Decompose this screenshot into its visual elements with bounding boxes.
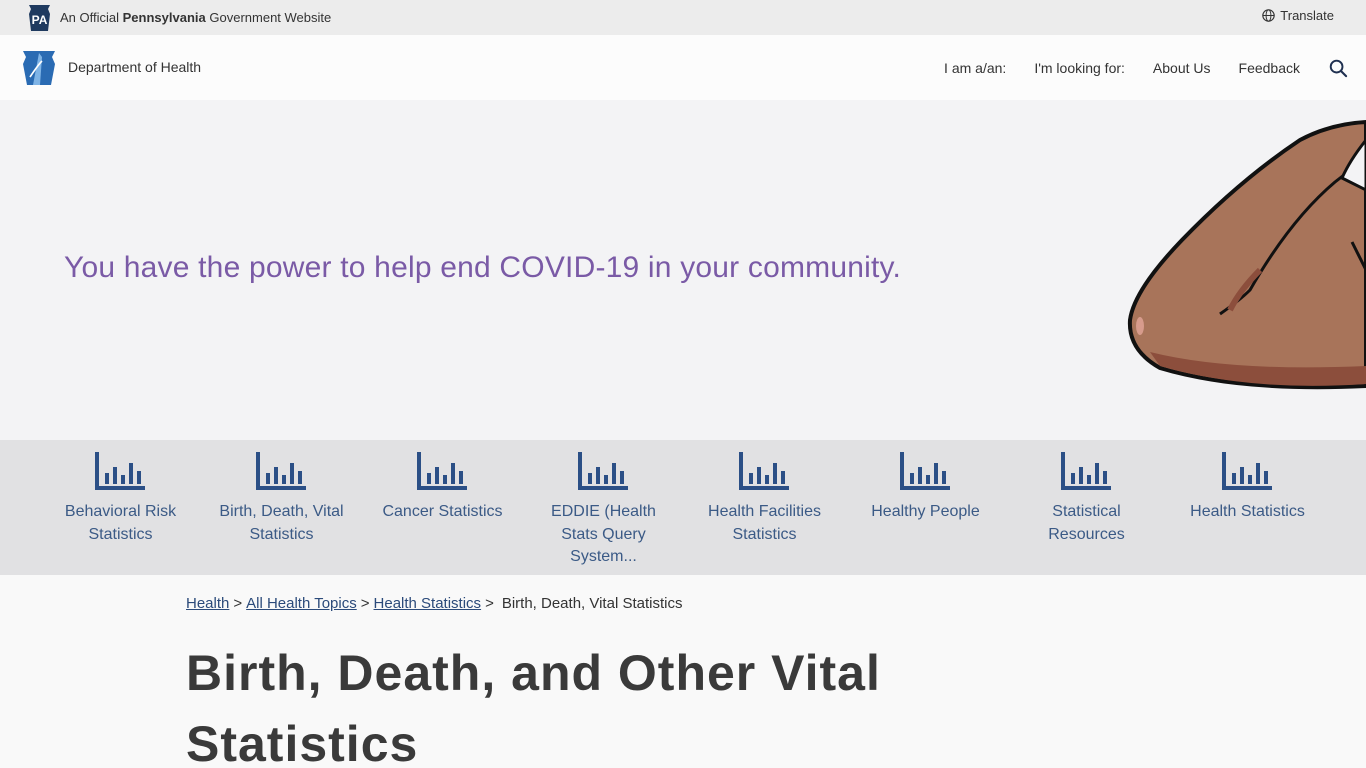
official-website-text: An Official Pennsylvania Government Webs… xyxy=(60,10,332,25)
breadcrumb-link-all-health-topics[interactable]: All Health Topics xyxy=(246,595,357,612)
flexed-arm-illustration xyxy=(1127,119,1366,390)
nav-i-am[interactable]: I am a/an: xyxy=(944,60,1006,76)
keystone-logo-icon[interactable] xyxy=(22,51,56,85)
tile-cancer[interactable]: Cancer Statistics xyxy=(362,440,523,575)
tile-label: EDDIE (Health Stats Query System... xyxy=(551,503,656,565)
bar-chart-icon xyxy=(417,452,467,490)
translate-button[interactable]: Translate xyxy=(1262,8,1334,23)
search-icon xyxy=(1329,59,1347,77)
nav-feedback[interactable]: Feedback xyxy=(1239,60,1300,76)
tile-health-facilities[interactable]: Health Facilities Statistics xyxy=(684,440,845,575)
breadcrumb-current: Birth, Death, Vital Statistics xyxy=(501,595,683,612)
breadcrumb: Health > All Health Topics > Health Statisti… xyxy=(186,595,683,612)
bar-chart-icon xyxy=(1061,452,1111,490)
site-header: Department of Health I am a/an: I'm look… xyxy=(0,35,1366,100)
official-banner: PA An Official Pennsylvania Government W… xyxy=(0,0,1366,35)
bar-chart-icon xyxy=(900,452,950,490)
department-name[interactable]: Department of Health xyxy=(68,59,201,75)
tile-label: Cancer Statistics xyxy=(382,503,503,520)
svg-text:PA: PA xyxy=(32,13,48,27)
nav-about-us[interactable]: About Us xyxy=(1153,60,1211,76)
pa-keystone-badge-icon: PA xyxy=(29,5,50,31)
bar-chart-icon xyxy=(256,452,306,490)
translate-label: Translate xyxy=(1280,8,1334,23)
page-title: Birth, Death, and Other Vital Statistics xyxy=(186,645,881,768)
bar-chart-icon xyxy=(95,452,145,490)
tile-label: Statistical Resources xyxy=(1048,503,1125,543)
tile-birth-death-vital[interactable]: Birth, Death, Vital Statistics xyxy=(201,440,362,575)
tile-label: Health Statistics xyxy=(1190,503,1305,520)
tile-label: Behavioral Risk Statistics xyxy=(64,503,177,543)
breadcrumb-link-health-statistics[interactable]: Health Statistics xyxy=(374,595,482,612)
bar-chart-icon xyxy=(1222,452,1272,490)
search-button[interactable] xyxy=(1328,58,1348,78)
nav-looking-for[interactable]: I'm looking for: xyxy=(1034,60,1125,76)
tile-healthy-people[interactable]: Healthy People xyxy=(845,440,1006,575)
bar-chart-icon xyxy=(578,452,628,490)
tile-eddie[interactable]: EDDIE (Health Stats Query System... xyxy=(523,440,684,575)
main-nav: I am a/an: I'm looking for: About Us Fee… xyxy=(916,53,1348,83)
tile-label: Healthy People xyxy=(871,503,980,520)
tile-behavioral-risk[interactable]: Behavioral Risk Statistics xyxy=(40,440,201,575)
tile-health-statistics[interactable]: Health Statistics xyxy=(1167,440,1328,575)
breadcrumb-link-health[interactable]: Health xyxy=(186,595,229,612)
hero-banner[interactable]: You have the power to help end COVID-19 … xyxy=(0,100,1366,440)
bar-chart-icon xyxy=(739,452,789,490)
tile-label: Birth, Death, Vital Statistics xyxy=(219,503,344,543)
tile-label: Health Facilities Statistics xyxy=(708,503,821,543)
hero-headline: You have the power to help end COVID-19 … xyxy=(64,251,902,284)
tile-statistical-resources[interactable]: Statistical Resources xyxy=(1006,440,1167,575)
statistics-topics-strip: Behavioral Risk Statistics Birth, Death,… xyxy=(0,440,1366,575)
globe-icon xyxy=(1262,9,1276,22)
